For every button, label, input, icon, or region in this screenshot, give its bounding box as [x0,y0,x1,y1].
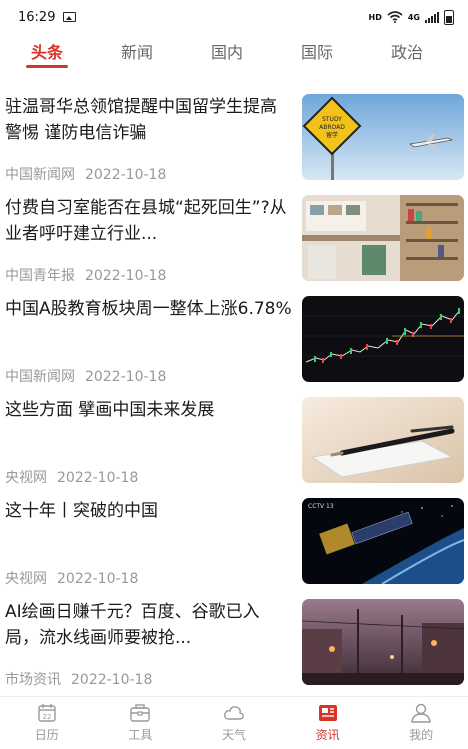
news-meta: 中国新闻网 2022-10-18 [5,164,166,184]
nav-news[interactable]: 资讯 [281,697,375,749]
news-item[interactable]: AI绘画日赚千元？百度、谷歌已入局，流水线画师要被抢... 市场资讯 2022-1… [0,591,468,692]
ai-painting-street-image [302,599,464,685]
cloud-icon [224,706,244,720]
nav-label: 日历 [34,728,59,742]
wifi-icon [387,11,403,23]
pen-and-notebook-image [302,397,464,483]
satellite-image: CCTV 13 [302,498,464,584]
calendar-icon: 22 [38,704,56,722]
status-time: 16:29 [18,9,56,25]
sign-text-liuxue: 留学 [326,131,338,139]
nav-label: 资讯 [315,728,340,742]
news-thumbnail[interactable] [302,195,464,281]
news-item[interactable]: 驻温哥华总领馆提醒中国留学生提高警惕 谨防电信诈骗 中国新闻网 2022-10-1… [0,86,468,187]
news-title: AI绘画日赚千元？百度、谷歌已入局，流水线画师要被抢... [5,602,260,648]
news-meta: 市场资讯 2022-10-18 [5,669,152,689]
news-source: 中国新闻网 [5,167,75,183]
tab-headlines[interactable]: 头条 [2,34,92,72]
category-tabs: 头条 新闻 国内 国际 政治 [0,34,468,72]
signal-icon [425,11,439,23]
battery-icon [444,9,454,25]
news-date: 2022-10-18 [85,268,167,284]
nav-label: 天气 [221,728,246,742]
news-feed: 驻温哥华总领馆提醒中国留学生提高警惕 谨防电信诈骗 中国新闻网 2022-10-1… [0,86,468,692]
news-meta: 中国青年报 2022-10-18 [5,265,166,285]
news-thumbnail[interactable]: CCTV 13 [302,498,464,584]
news-item[interactable]: 这些方面 擘画中国未来发展 央视网 2022-10-18 [0,389,468,490]
channel-logo: CCTV 13 [308,503,334,510]
news-item[interactable]: 这十年丨突破的中国 央视网 2022-10-18 CCTV 13 [0,490,468,591]
study-abroad-image: STUDY ABROAD 留学 [302,94,464,180]
bottom-nav: 22 日历 工具 天气 资讯 我的 [0,696,468,749]
news-title: 这十年丨突破的中国 [5,501,158,521]
svg-text:22: 22 [42,713,51,721]
news-title: 这些方面 擘画中国未来发展 [5,400,215,420]
news-source: 市场资讯 [5,672,61,688]
tab-international[interactable]: 国际 [272,34,362,72]
tab-news[interactable]: 新闻 [92,34,182,72]
sign-text-abroad: ABROAD [319,124,345,131]
study-room-image [302,195,464,281]
news-source: 中国青年报 [5,268,75,284]
tab-politics[interactable]: 政治 [362,34,452,72]
news-thumbnail[interactable] [302,599,464,685]
news-meta: 央视网 2022-10-18 [5,467,138,487]
nav-profile[interactable]: 我的 [374,697,468,749]
news-source: 中国新闻网 [5,369,75,385]
news-thumbnail[interactable] [302,397,464,483]
sign-text-study: STUDY [322,116,342,123]
news-date: 2022-10-18 [71,672,153,688]
news-date: 2022-10-18 [85,167,167,183]
news-source: 央视网 [5,571,47,587]
toolbox-icon [130,704,151,722]
news-item[interactable]: 付费自习室能否在县城“起死回生”?从业者呼吁建立行业... 中国青年报 2022-… [0,187,468,288]
nav-weather[interactable]: 天气 [187,697,281,749]
network-type: 4G [407,12,420,22]
news-icon [318,705,337,721]
news-thumbnail[interactable] [302,296,464,382]
news-date: 2022-10-18 [57,571,139,587]
news-meta: 央视网 2022-10-18 [5,568,138,588]
gallery-icon [63,12,77,22]
nav-calendar[interactable]: 22 日历 [0,697,94,749]
news-item[interactable]: 中国A股教育板块周一整体上涨6.78% 中国新闻网 2022-10-18 [0,288,468,389]
nav-label: 我的 [409,728,434,742]
nav-label: 工具 [128,728,153,742]
news-title: 付费自习室能否在县城“起死回生”?从业者呼吁建立行业... [5,198,287,244]
stock-chart-image [302,296,464,382]
status-bar: 16:29 HD 4G [0,0,468,34]
tab-domestic[interactable]: 国内 [182,34,272,72]
news-date: 2022-10-18 [85,369,167,385]
hd-indicator: HD [368,12,382,22]
nav-tools[interactable]: 工具 [94,697,188,749]
news-title: 中国A股教育板块周一整体上涨6.78% [5,299,292,319]
user-icon [411,703,431,723]
news-title: 驻温哥华总领馆提醒中国留学生提高警惕 谨防电信诈骗 [5,97,277,143]
news-thumbnail[interactable]: STUDY ABROAD 留学 [302,94,464,180]
news-date: 2022-10-18 [57,470,139,486]
news-source: 央视网 [5,470,47,486]
news-meta: 中国新闻网 2022-10-18 [5,366,166,386]
